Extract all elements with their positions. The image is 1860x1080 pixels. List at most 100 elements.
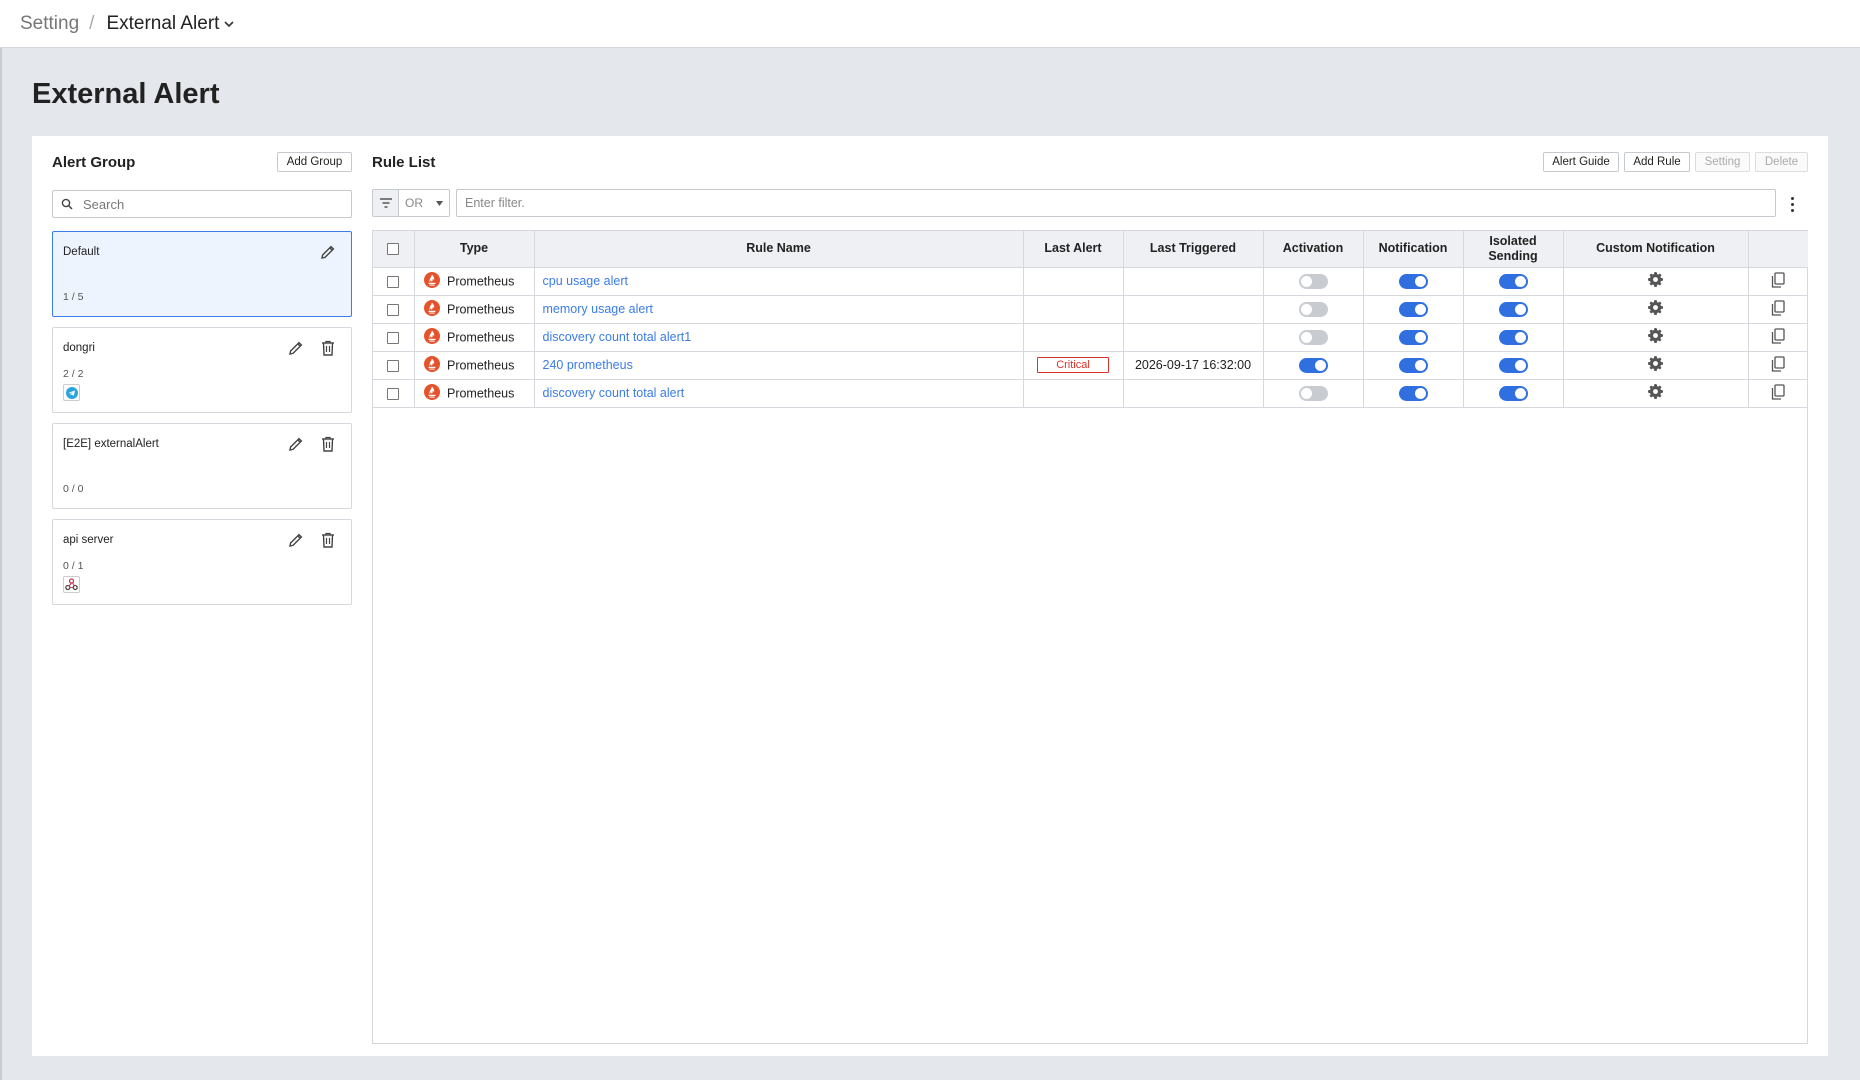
col-type[interactable]: Type xyxy=(414,231,535,268)
last-triggered-cell xyxy=(1123,379,1264,408)
table-row[interactable]: Prometheus cpu usage alert xyxy=(373,267,1808,296)
window-edge xyxy=(0,0,2,1080)
isolated-sending-toggle[interactable] xyxy=(1498,385,1528,401)
activation-toggle[interactable] xyxy=(1298,357,1328,373)
col-isolated-sending[interactable]: Isolated Sending xyxy=(1463,231,1564,268)
alert-guide-button[interactable]: Alert Guide xyxy=(1543,152,1619,172)
isolated-sending-toggle[interactable] xyxy=(1498,357,1528,373)
filter-input[interactable] xyxy=(456,189,1776,217)
group-count: 0 / 0 xyxy=(63,483,84,495)
row-checkbox[interactable] xyxy=(387,331,400,344)
copy-icon[interactable] xyxy=(1771,383,1785,403)
notification-toggle[interactable] xyxy=(1398,273,1428,289)
table-row[interactable]: Prometheus discovery count total alert1 xyxy=(373,323,1808,352)
rule-name-link[interactable]: memory usage alert xyxy=(543,302,653,316)
col-rule-name[interactable]: Rule Name xyxy=(534,231,1024,268)
last-alert-cell xyxy=(1023,267,1124,296)
activation-toggle[interactable] xyxy=(1298,301,1328,317)
col-last-alert[interactable]: Last Alert xyxy=(1023,231,1124,268)
isolated-sending-toggle[interactable] xyxy=(1498,273,1528,289)
notification-toggle[interactable] xyxy=(1398,329,1428,345)
gear-icon[interactable] xyxy=(1648,272,1663,290)
row-checkbox[interactable] xyxy=(387,359,400,372)
group-count: 2 / 2 xyxy=(63,368,84,380)
col-activation[interactable]: Activation xyxy=(1263,231,1364,268)
setting-button[interactable]: Setting xyxy=(1695,152,1750,172)
group-card-e2e-externalalert[interactable]: [E2E] externalAlert 0 / 0 xyxy=(52,423,352,509)
row-checkbox[interactable] xyxy=(387,303,400,316)
rule-name-link[interactable]: discovery count total alert1 xyxy=(543,330,692,344)
rule-name-link[interactable]: cpu usage alert xyxy=(543,274,628,288)
col-last-triggered[interactable]: Last Triggered xyxy=(1123,231,1264,268)
table-row[interactable]: Prometheus memory usage alert xyxy=(373,295,1808,324)
trash-icon[interactable] xyxy=(318,338,338,358)
isolated-sending-toggle[interactable] xyxy=(1498,301,1528,317)
trash-icon[interactable] xyxy=(318,530,338,550)
copy-icon[interactable] xyxy=(1771,355,1785,375)
delete-button[interactable]: Delete xyxy=(1755,152,1808,172)
group-card-dongri[interactable]: dongri 2 / 2 xyxy=(52,327,352,413)
notification-toggle[interactable] xyxy=(1398,301,1428,317)
rule-table: Type Rule Name Last Alert Last Triggered… xyxy=(372,230,1808,1044)
gear-icon[interactable] xyxy=(1648,300,1663,318)
add-group-button[interactable]: Add Group xyxy=(277,152,352,172)
group-card-default[interactable]: Default 1 / 5 xyxy=(52,231,352,317)
table-row[interactable]: Prometheus 240 prometheus Critical 2026-… xyxy=(373,351,1808,380)
last-alert-cell xyxy=(1023,323,1124,352)
edit-icon[interactable] xyxy=(286,530,306,550)
rule-name-link[interactable]: 240 prometheus xyxy=(543,358,633,372)
rule-list-title: Rule List xyxy=(372,154,436,171)
activation-toggle[interactable] xyxy=(1298,273,1328,289)
filter-icon[interactable] xyxy=(372,189,398,217)
prometheus-icon xyxy=(423,327,440,347)
gear-icon[interactable] xyxy=(1648,328,1663,346)
breadcrumb-current-label: External Alert xyxy=(106,12,220,34)
rule-type: Prometheus xyxy=(446,386,515,400)
notification-toggle[interactable] xyxy=(1398,357,1428,373)
table-header-row: Type Rule Name Last Alert Last Triggered… xyxy=(373,231,1808,268)
copy-icon[interactable] xyxy=(1771,299,1785,319)
copy-icon[interactable] xyxy=(1771,271,1785,291)
caret-down-icon xyxy=(436,201,443,206)
rule-name-link[interactable]: discovery count total alert xyxy=(543,386,685,400)
group-search-input[interactable] xyxy=(83,196,333,212)
edit-icon[interactable] xyxy=(286,434,306,454)
group-card-api-server[interactable]: api server 0 / 1 xyxy=(52,519,352,605)
activation-toggle[interactable] xyxy=(1298,385,1328,401)
select-all-checkbox[interactable] xyxy=(387,242,400,255)
gear-icon[interactable] xyxy=(1648,384,1663,402)
breadcrumb-current-dropdown[interactable]: External Alert xyxy=(106,13,235,35)
filter-operator-select[interactable]: OR xyxy=(398,189,450,217)
last-triggered-cell xyxy=(1123,323,1264,352)
table-row[interactable]: Prometheus discovery count total alert xyxy=(373,379,1808,408)
group-search[interactable] xyxy=(52,190,352,218)
breadcrumb-root[interactable]: Setting xyxy=(20,13,79,35)
gear-icon[interactable] xyxy=(1648,356,1663,374)
page-title: External Alert xyxy=(32,78,220,110)
last-alert-cell: Critical xyxy=(1023,351,1124,380)
isolated-sending-toggle[interactable] xyxy=(1498,329,1528,345)
group-name: dongri xyxy=(63,342,95,354)
edit-icon[interactable] xyxy=(318,242,338,262)
last-triggered-cell xyxy=(1123,295,1264,324)
rule-type: Prometheus xyxy=(446,302,515,316)
notification-toggle[interactable] xyxy=(1398,385,1428,401)
col-custom-notification[interactable]: Custom Notification xyxy=(1563,231,1749,268)
row-checkbox[interactable] xyxy=(387,275,400,288)
add-rule-button[interactable]: Add Rule xyxy=(1624,152,1690,172)
telegram-icon xyxy=(63,384,80,401)
prometheus-icon xyxy=(423,271,440,291)
col-notification[interactable]: Notification xyxy=(1363,231,1464,268)
trash-icon[interactable] xyxy=(318,434,338,454)
edit-icon[interactable] xyxy=(286,338,306,358)
row-checkbox[interactable] xyxy=(387,387,400,400)
group-name: Default xyxy=(63,246,100,258)
prometheus-icon xyxy=(423,383,440,403)
last-triggered-cell xyxy=(1123,267,1264,296)
copy-icon[interactable] xyxy=(1771,327,1785,347)
select-all-header xyxy=(373,231,415,268)
more-options-icon[interactable] xyxy=(1784,194,1800,214)
filter-operator-value: OR xyxy=(405,196,423,210)
activation-toggle[interactable] xyxy=(1298,329,1328,345)
prometheus-icon xyxy=(423,355,440,375)
